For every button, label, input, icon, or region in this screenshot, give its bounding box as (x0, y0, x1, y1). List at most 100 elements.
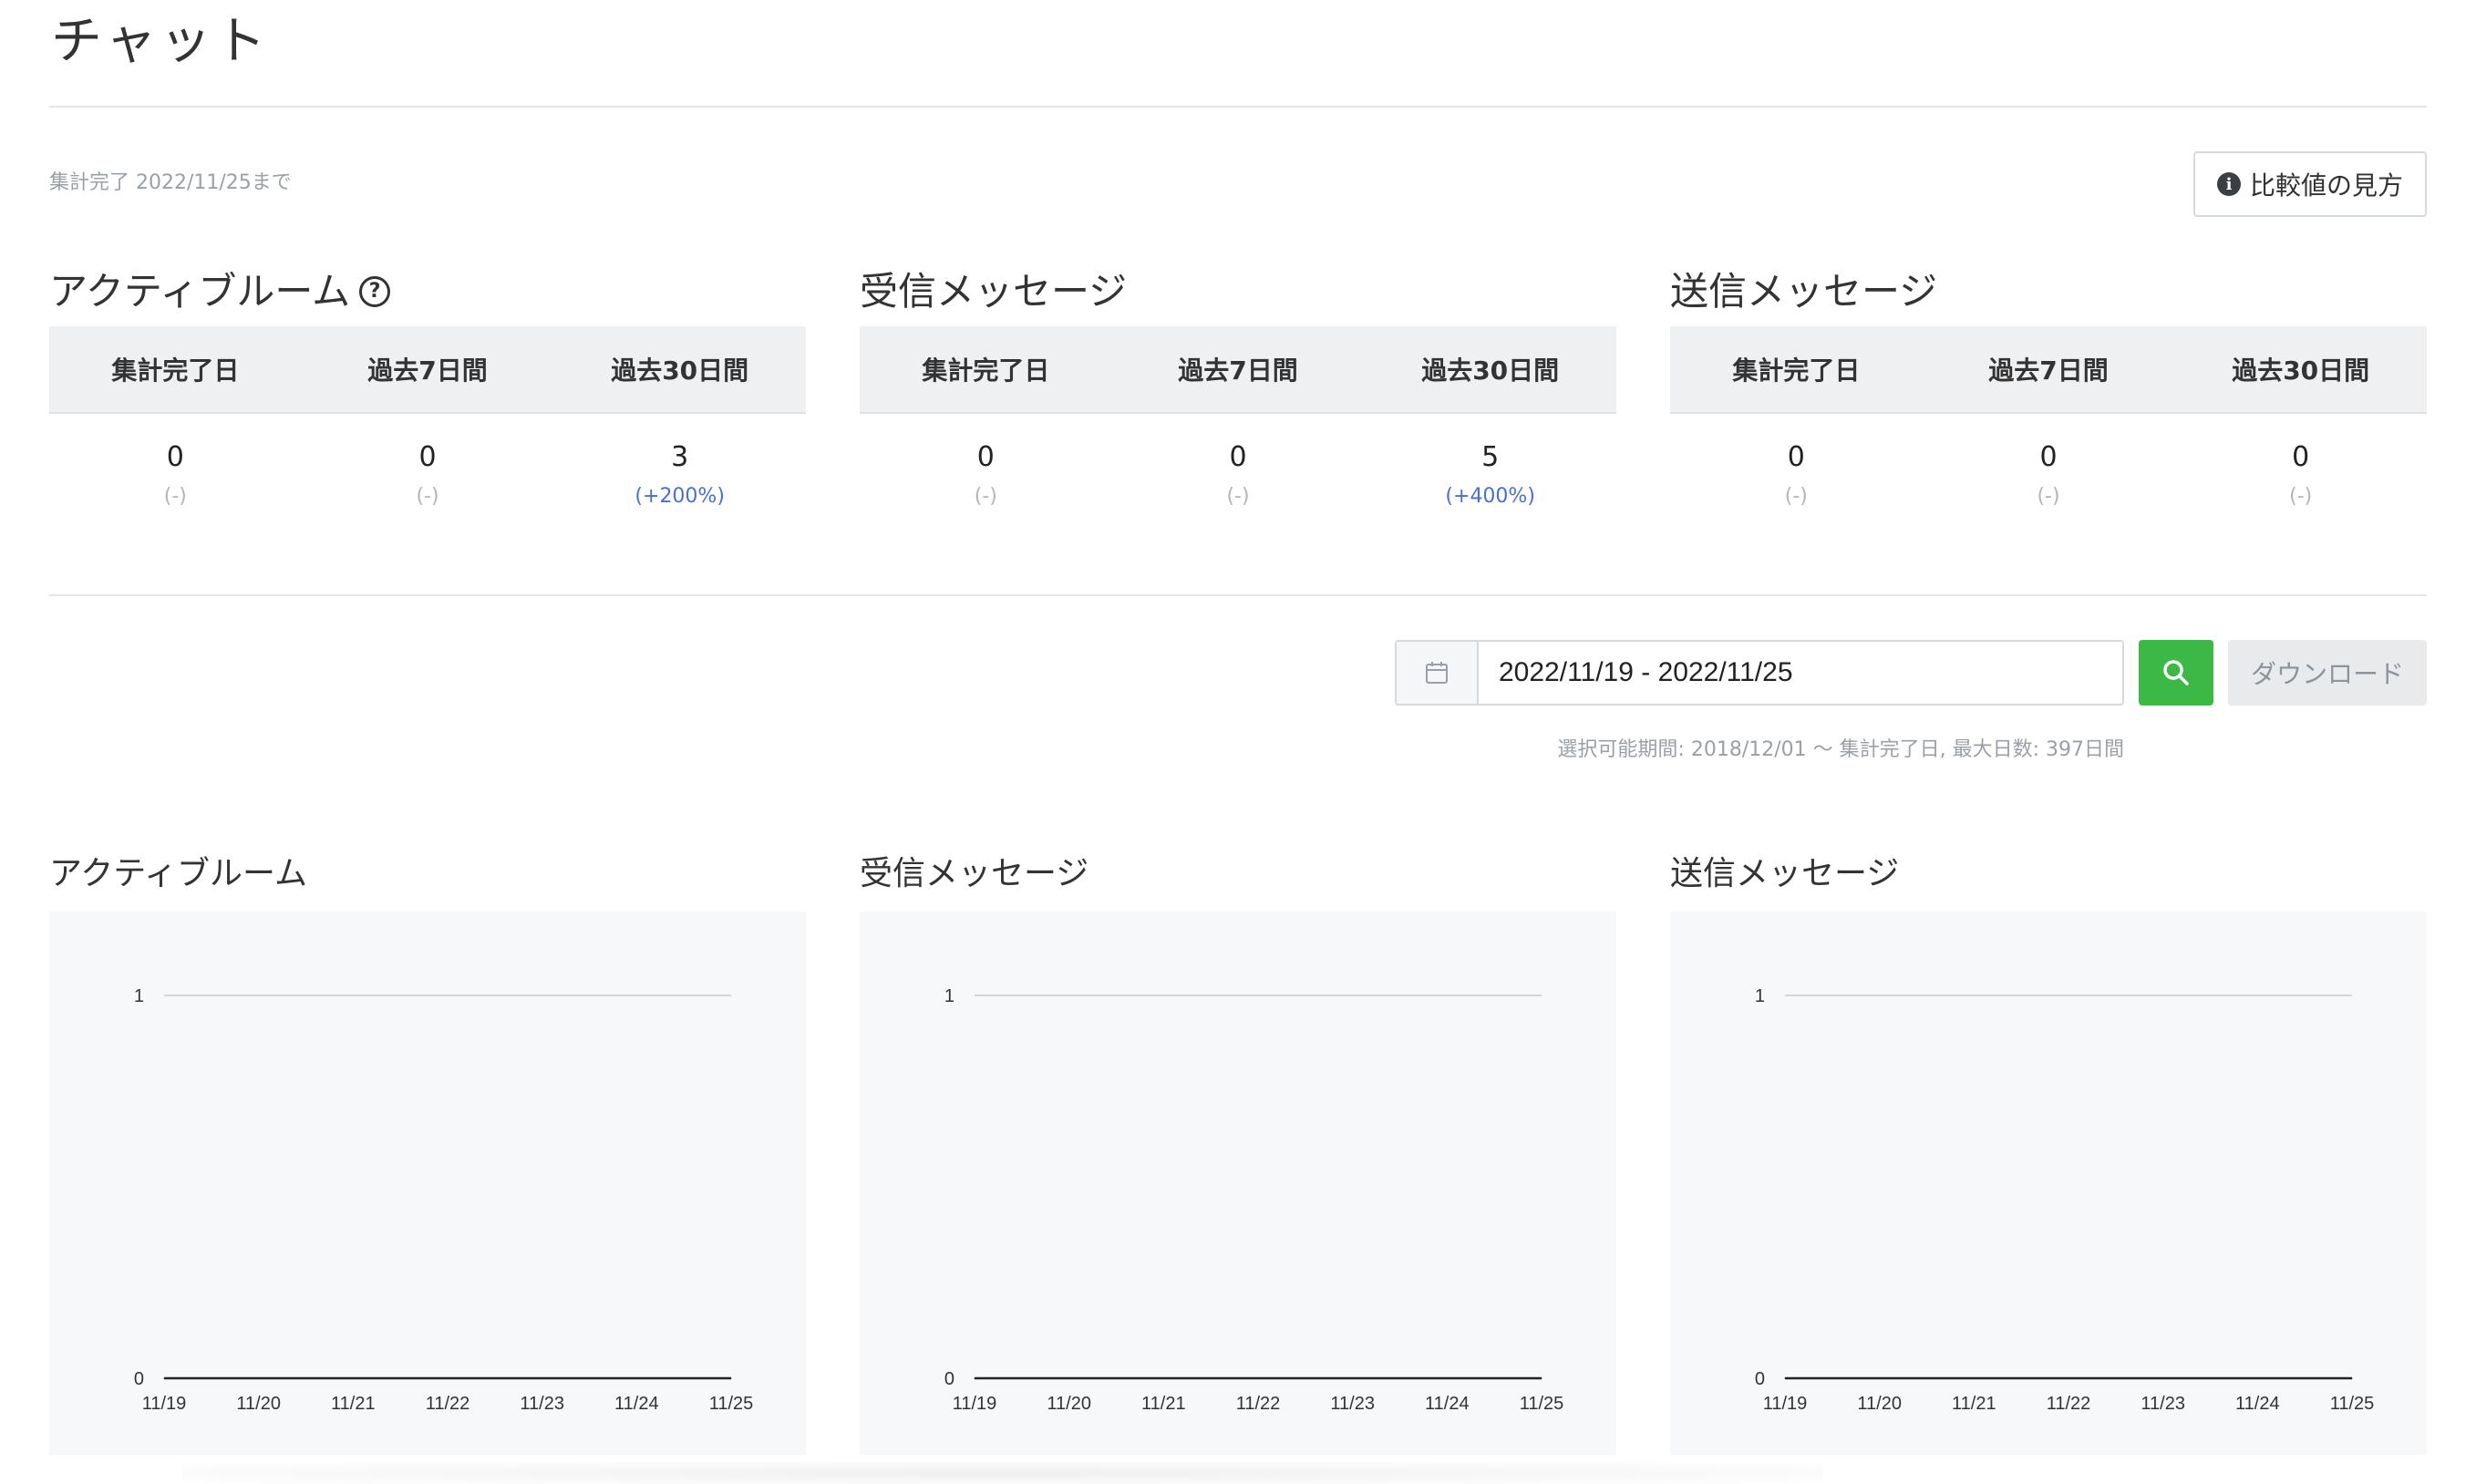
summary-table-header: 集計完了日 過去7日間 過去30日間 (860, 326, 1616, 414)
summary-table-row: 0 (-) 0 (-) 3 (+200%) (49, 414, 806, 510)
y-tick-label: 0 (134, 1369, 144, 1389)
download-button[interactable]: ダウンロード (2228, 640, 2427, 706)
help-icon[interactable]: ? (359, 276, 391, 307)
header-divider (49, 106, 2427, 108)
x-tick-label: 11/19 (1763, 1394, 1808, 1414)
data-point (730, 1377, 732, 1379)
stat-diff: (+200%) (634, 485, 725, 508)
data-point (1784, 1377, 1786, 1379)
summary-title: 受信メッセージ (860, 257, 1616, 326)
info-icon: i (2216, 172, 2241, 196)
chart-area: 0 1 11/19 11/20 11/21 11/22 11/23 11/24 11/25 (1670, 912, 2427, 1455)
y-tick-label: 1 (134, 986, 144, 1006)
x-tick-label: 11/25 (1520, 1394, 1564, 1414)
data-point (1068, 1377, 1070, 1379)
x-tick-label: 11/24 (614, 1394, 659, 1414)
summary-table-row: 0 (-) 0 (-) 5 (+400%) (860, 414, 1616, 510)
data-point (1973, 1377, 1975, 1379)
stat-diff: (-) (416, 485, 439, 508)
data-point (258, 1377, 260, 1379)
summary-table: 集計完了日 過去7日間 過去30日間 0 (-) 0 (-) 5 (+400%) (860, 326, 1616, 510)
x-tick-label: 11/24 (2235, 1394, 2280, 1414)
y-tick-label: 0 (944, 1369, 954, 1389)
summary-active-rooms: アクティブルーム ? 集計完了日 過去7日間 過去30日間 0 (-) 0 (-) … (49, 257, 806, 510)
section-divider (49, 594, 2427, 596)
summary-table-header: 集計完了日 過去7日間 過去30日間 (1670, 326, 2427, 414)
data-point (163, 1377, 165, 1379)
stat-value: 0 (1787, 441, 1805, 473)
x-tick-label: 11/20 (236, 1394, 281, 1414)
data-point (1879, 1377, 1881, 1379)
compare-values-help-button[interactable]: i 比較値の見方 (2193, 151, 2427, 217)
stat-value: 0 (2292, 441, 2310, 473)
data-point (352, 1377, 354, 1379)
data-point (447, 1377, 449, 1379)
x-tick-label: 11/19 (953, 1394, 997, 1414)
column-header: 過去7日間 (1178, 356, 1298, 386)
aggregation-status: 集計完了 2022/11/25まで (49, 171, 292, 194)
data-point (1257, 1377, 1259, 1379)
stat-value: 5 (1481, 441, 1500, 473)
page-title: チャット (51, 12, 270, 71)
stat-value: 0 (976, 441, 995, 473)
stat-diff: (+400%) (1445, 485, 1535, 508)
data-point (2256, 1377, 2258, 1379)
data-point (2068, 1377, 2069, 1379)
chart-panel-active-rooms: アクティブルーム 0 1 11/19 11/20 11/21 11/22 11/23 11/2… (49, 851, 806, 1455)
x-tick-label: 11/24 (1425, 1394, 1470, 1414)
chart-title: アクティブルーム (49, 855, 307, 892)
chart-title: 受信メッセージ (860, 855, 1089, 892)
summary-title-text: アクティブルーム (49, 269, 351, 314)
chart-panel-received-messages: 受信メッセージ 0 1 11/19 11/20 11/21 11/22 11/23 11/24… (860, 851, 1616, 1455)
stat-diff: (-) (974, 485, 997, 508)
y-tick-label: 1 (944, 986, 954, 1006)
x-tick-label: 11/23 (2141, 1394, 2185, 1414)
x-tick-label: 11/22 (2047, 1394, 2091, 1414)
x-tick-label: 11/23 (520, 1394, 564, 1414)
y-tick-label: 0 (1755, 1369, 1765, 1389)
summary-title-text: 受信メッセージ (860, 269, 1128, 314)
search-icon (2163, 660, 2189, 685)
search-button[interactable] (2139, 640, 2213, 706)
column-header: 過去7日間 (1988, 356, 2109, 386)
compare-values-help-label: 比較値の見方 (2249, 170, 2403, 201)
x-tick-label: 11/25 (2330, 1394, 2375, 1414)
column-header: 過去7日間 (367, 356, 488, 386)
chart-panel-sent-messages: 送信メッセージ 0 1 11/19 11/20 11/21 11/22 11/23 11/24… (1670, 851, 2427, 1455)
selectable-range-note: 選択可能期間: 2018/12/01 〜 集計完了日, 最大日数: 397日間 (1557, 738, 2124, 761)
x-tick-label: 11/21 (331, 1394, 376, 1414)
summary-table-header: 集計完了日 過去7日間 過去30日間 (49, 326, 806, 414)
stat-diff: (-) (163, 485, 187, 508)
chart-title: 送信メッセージ (1670, 855, 1900, 892)
column-header: 集計完了日 (922, 356, 1050, 386)
stat-diff: (-) (2289, 485, 2313, 508)
x-tick-label: 11/25 (709, 1394, 754, 1414)
line-chart: 0 1 11/19 11/20 11/21 11/22 11/23 11/24 11/25 (1755, 986, 2375, 1414)
x-tick-label: 11/20 (1047, 1394, 1091, 1414)
calendar-icon[interactable] (1397, 642, 1479, 704)
column-header: 過去30日間 (1421, 356, 1560, 386)
x-tick-label: 11/22 (1236, 1394, 1281, 1414)
stat-value: 0 (1229, 441, 1247, 473)
y-tick-label: 1 (1755, 986, 1765, 1006)
date-range-input[interactable] (1479, 642, 2122, 704)
column-header: 集計完了日 (1732, 356, 1861, 386)
data-point (1352, 1377, 1354, 1379)
summary-sent-messages: 送信メッセージ 集計完了日 過去7日間 過去30日間 0 (-) 0 (-) 0 (-… (1670, 257, 2427, 510)
data-point (1446, 1377, 1448, 1379)
date-range-picker[interactable] (1395, 640, 2124, 706)
chart-area: 0 1 11/19 11/20 11/21 11/22 11/23 11/24 11/25 (860, 912, 1616, 1455)
line-chart: 0 1 11/19 11/20 11/21 11/22 11/23 11/24 11/25 (134, 986, 754, 1414)
summary-title: アクティブルーム ? (49, 257, 806, 326)
stat-value: 0 (2039, 441, 2058, 473)
x-tick-label: 11/20 (1857, 1394, 1902, 1414)
column-header: 過去30日間 (611, 356, 749, 386)
stat-value: 0 (418, 441, 437, 473)
stat-value: 3 (671, 441, 689, 473)
summary-table-row: 0 (-) 0 (-) 0 (-) (1670, 414, 2427, 510)
x-tick-label: 11/23 (1330, 1394, 1375, 1414)
data-point (635, 1377, 637, 1379)
scroll-shadow (182, 1462, 1823, 1484)
data-point (2351, 1377, 2353, 1379)
stat-value: 0 (166, 441, 184, 473)
